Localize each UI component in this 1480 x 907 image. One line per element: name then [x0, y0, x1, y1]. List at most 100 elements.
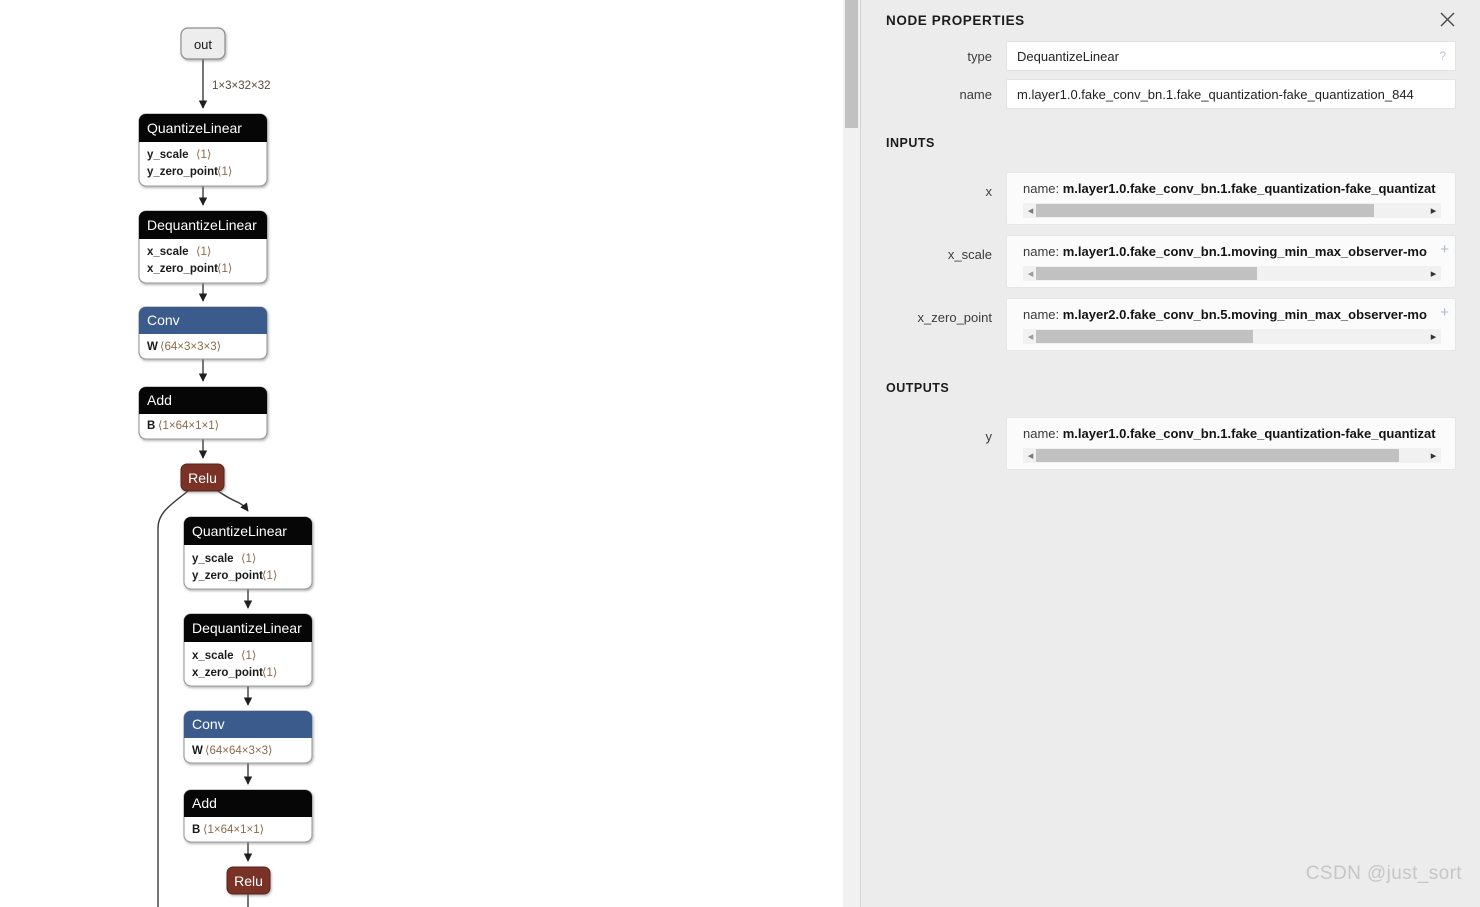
input-name-prefix: name: — [1023, 307, 1063, 322]
node-attr-value: ⟨1×64×1×1⟩ — [158, 419, 219, 432]
panel-header: NODE PROPERTIES — [861, 0, 1480, 40]
node-title-quantizelinear-1: QuantizeLinear — [147, 120, 242, 136]
input-name-line-x-scale: name: m.layer1.0.fake_conv_bn.1.moving_m… — [1007, 242, 1455, 262]
input-label-x-zero-point: x_zero_point — [917, 310, 992, 325]
name-field[interactable]: m.layer1.0.fake_conv_bn.1.fake_quantizat… — [1006, 79, 1456, 109]
scroll-right-icon[interactable]: ▸ — [1426, 203, 1441, 218]
scroll-right-icon[interactable]: ▸ — [1426, 266, 1441, 281]
add-icon[interactable]: + — [1440, 304, 1449, 322]
canvas-vertical-scrollbar[interactable] — [843, 0, 860, 907]
node-attr-name: W — [192, 745, 203, 757]
input-scrollbar-thumb-x[interactable] — [1035, 204, 1375, 217]
node-properties-panel: NODE PROPERTIES type DequantizeLinear ? … — [860, 0, 1480, 907]
property-label-type: type — [967, 48, 992, 64]
input-row-x-scale: x_scale + name: m.layer1.0.fake_conv_bn.… — [861, 235, 1456, 288]
property-row-type: type DequantizeLinear ? — [861, 40, 1456, 72]
inputs-list: x name: m.layer1.0.fake_conv_bn.1.fake_q… — [861, 172, 1480, 351]
graph-node-relu-2[interactable]: Relu — [226, 866, 271, 895]
node-title-add-2: Add — [192, 795, 217, 811]
input-scrollbar-thumb-x-zero-point[interactable] — [1035, 330, 1253, 343]
watermark: CSDN @just_sort — [1305, 863, 1462, 884]
input-row-x: x name: m.layer1.0.fake_conv_bn.1.fake_q… — [861, 172, 1456, 225]
section-heading-outputs: OUTPUTS — [886, 381, 950, 395]
help-icon[interactable]: ? — [1439, 49, 1446, 63]
output-row-y: y name: m.layer1.0.fake_conv_bn.1.fake_q… — [861, 417, 1456, 470]
output-scrollbar-y[interactable]: ◂ ▸ — [1023, 448, 1441, 463]
node-attr-value: ⟨1⟩ — [196, 148, 211, 161]
output-name-prefix: name: — [1023, 426, 1063, 441]
output-scrollbar-thumb-y[interactable] — [1035, 449, 1400, 462]
input-scrollbar-x-scale[interactable]: ◂ ▸ — [1023, 266, 1441, 281]
graph-svg: 1×3×32×32 out QuantizeLinear y_scale ⟨1⟩… — [138, 27, 313, 907]
input-name-value: m.layer1.0.fake_conv_bn.1.fake_quantizat… — [1062, 181, 1436, 196]
input-scrollbar-x-zero-point[interactable]: ◂ ▸ — [1023, 329, 1441, 344]
section-heading-inputs: INPUTS — [886, 136, 935, 150]
node-attr-value: ⟨1×64×1×1⟩ — [203, 823, 264, 836]
node-attr-name: y_zero_point — [192, 570, 263, 582]
node-attr-name: x_zero_point — [147, 263, 218, 275]
input-name-value: m.layer1.0.fake_conv_bn.1.moving_min_max… — [1062, 244, 1427, 259]
close-icon-svg — [1440, 12, 1454, 26]
type-field-value: DequantizeLinear — [1017, 48, 1119, 64]
input-name-line-x: name: m.layer1.0.fake_conv_bn.1.fake_qua… — [1007, 179, 1455, 199]
graph-node-add-1[interactable]: Add B ⟨1×64×1×1⟩ — [138, 386, 268, 440]
node-attr-value: ⟨64×64×3×3⟩ — [205, 744, 273, 757]
node-attr-value: ⟨1⟩ — [217, 262, 232, 275]
input-box-x-scale[interactable]: + name: m.layer1.0.fake_conv_bn.1.moving… — [1006, 235, 1456, 288]
node-attr-name: B — [192, 824, 200, 836]
add-icon[interactable]: + — [1440, 241, 1449, 259]
input-box-x-zero-point[interactable]: + name: m.layer2.0.fake_conv_bn.5.moving… — [1006, 298, 1456, 351]
input-box-x[interactable]: name: m.layer1.0.fake_conv_bn.1.fake_qua… — [1006, 172, 1456, 225]
scroll-right-icon[interactable]: ▸ — [1426, 448, 1441, 463]
scroll-right-icon[interactable]: ▸ — [1426, 329, 1441, 344]
property-row-name: name m.layer1.0.fake_conv_bn.1.fake_quan… — [861, 78, 1456, 110]
node-attr-value: ⟨64×3×3×3⟩ — [160, 340, 221, 353]
graph-node-out-label: out — [194, 37, 212, 52]
canvas-scrollbar-thumb[interactable] — [845, 0, 858, 128]
output-name-line-y: name: m.layer1.0.fake_conv_bn.1.fake_qua… — [1007, 424, 1455, 444]
type-field[interactable]: DequantizeLinear ? — [1006, 41, 1456, 71]
node-attr-name: y_scale — [192, 553, 234, 565]
node-attr-value: ⟨1⟩ — [241, 552, 256, 565]
graph-node-quantizelinear-1[interactable]: QuantizeLinear y_scale ⟨1⟩ y_zero_point … — [138, 113, 268, 187]
node-attr-name: y_scale — [147, 149, 189, 161]
node-attr-name: B — [147, 420, 155, 432]
page-title: NODE PROPERTIES — [886, 12, 1025, 28]
graph-node-quantizelinear-2[interactable]: QuantizeLinear y_scale ⟨1⟩ y_zero_point … — [183, 516, 313, 590]
graph-node-add-2[interactable]: Add B ⟨1×64×1×1⟩ — [183, 789, 313, 843]
node-attr-value: ⟨1⟩ — [241, 649, 256, 662]
node-title-conv-1: Conv — [147, 312, 180, 328]
graph-canvas[interactable]: 1×3×32×32 out QuantizeLinear y_scale ⟨1⟩… — [0, 0, 860, 907]
node-attr-name: x_zero_point — [192, 667, 263, 679]
name-field-value: m.layer1.0.fake_conv_bn.1.fake_quantizat… — [1017, 86, 1414, 102]
input-name-value: m.layer2.0.fake_conv_bn.5.moving_min_max… — [1062, 307, 1427, 322]
node-attr-name: x_scale — [147, 246, 189, 258]
graph-node-out[interactable]: out — [180, 27, 226, 60]
edge-label-input-shape: 1×3×32×32 — [212, 80, 271, 92]
graph-node-conv-2[interactable]: Conv W ⟨64×64×3×3⟩ — [183, 710, 313, 764]
input-scrollbar-x[interactable]: ◂ ▸ — [1023, 203, 1441, 218]
graph-node-conv-1[interactable]: Conv W ⟨64×3×3×3⟩ — [138, 306, 268, 360]
node-title-dequantizelinear-2: DequantizeLinear — [192, 620, 302, 636]
input-name-prefix: name: — [1023, 244, 1063, 259]
input-scrollbar-thumb-x-scale[interactable] — [1035, 267, 1258, 280]
graph-node-dequantizelinear-1[interactable]: DequantizeLinear x_scale ⟨1⟩ x_zero_poin… — [138, 210, 268, 284]
node-attr-value: ⟨1⟩ — [262, 666, 277, 679]
close-icon[interactable] — [1434, 6, 1460, 32]
node-attr-value: ⟨1⟩ — [217, 165, 232, 178]
node-attr-name: x_scale — [192, 650, 234, 662]
input-name-prefix: name: — [1023, 181, 1063, 196]
output-box-y[interactable]: name: m.layer1.0.fake_conv_bn.1.fake_qua… — [1006, 417, 1456, 470]
edge-relu1-to-quantize2 — [217, 490, 249, 512]
input-row-x-zero-point: x_zero_point + name: m.layer2.0.fake_con… — [861, 298, 1456, 351]
graph-node-relu-1[interactable]: Relu — [180, 463, 225, 492]
node-title-add-1: Add — [147, 392, 172, 408]
graph-node-relu-1-label: Relu — [188, 470, 217, 486]
graph-node-relu-2-label: Relu — [234, 873, 263, 889]
node-attr-name: y_zero_point — [147, 166, 218, 178]
input-name-line-x-zero-point: name: m.layer2.0.fake_conv_bn.5.moving_m… — [1007, 305, 1455, 325]
output-label-y: y — [985, 429, 993, 444]
graph-node-dequantizelinear-2[interactable]: DequantizeLinear x_scale ⟨1⟩ x_zero_poin… — [183, 613, 313, 687]
input-label-x: x — [985, 184, 993, 199]
property-label-name: name — [959, 86, 992, 102]
